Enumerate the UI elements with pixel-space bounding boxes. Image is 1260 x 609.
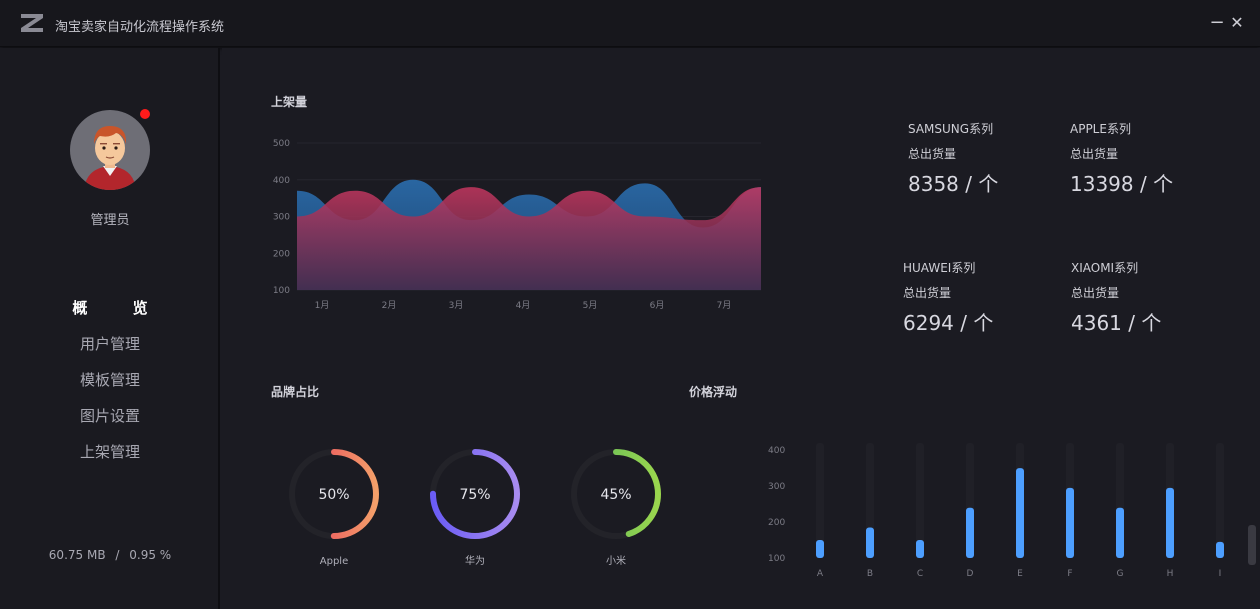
stat-value: 13398 / 个 [1070,172,1174,196]
bar-A [816,540,824,558]
y-tick-label: 500 [273,139,290,149]
bar-F [1066,487,1074,558]
memory-usage: 60.75 MB [48,548,106,562]
x-tick-label: 2月 [382,300,397,311]
y-tick-label: 400 [273,176,290,186]
y-tick-label: 200 [768,518,785,528]
nav-item-overview[interactable]: 概 览 [0,290,220,326]
avatar[interactable] [70,110,150,190]
x-tick-label: F [1067,569,1072,579]
x-tick-label: 6月 [650,300,665,311]
scrollbar[interactable] [1248,525,1256,565]
bar-C [916,540,924,558]
bar-B [866,527,874,558]
notification-dot [140,109,150,119]
stat-sub: 总出货量 [1070,147,1119,161]
ring-brand-label: 华为 [465,554,485,567]
dashboard-main: 上架量 100 200 300 400 500 1月 2月 3月 4月 5月 6月 7月 SAMSUN… [222,48,1260,609]
sidebar-nav: 概 览 用户管理 模板管理 图片设置 上架管理 [0,290,220,470]
y-tick-label: 400 [768,446,785,456]
ring-percent-label: 75% [459,487,490,503]
x-tick-label: B [867,569,873,579]
stat-name: XIAOMI系列 [1071,261,1139,275]
y-tick-label: 200 [273,249,290,259]
app-title: 淘宝卖家自动化流程操作系统 [55,20,225,35]
stat-name: HUAWEI系列 [903,261,976,275]
close-button[interactable]: ✕ [1227,12,1247,34]
resource-usage: 60.75 MB / 0.95 % [0,548,220,562]
nav-item-listing[interactable]: 上架管理 [0,434,220,470]
stat-apple: APPLE系列 总出货量 13398 / 个 [1070,120,1220,197]
ring-brand-label: Apple [320,556,348,567]
stat-samsung: SAMSUNG系列 总出货量 8358 / 个 [908,120,1058,197]
stat-sub: 总出货量 [903,286,952,300]
ring-percent-label: 45% [600,487,631,503]
y-tick-label: 300 [768,482,785,492]
x-tick-label: G [1117,569,1124,579]
brand-share-title: 品牌占比 [271,385,320,399]
bar-I [1216,541,1224,558]
stat-name: SAMSUNG系列 [908,122,994,136]
x-tick-label: E [1017,569,1023,579]
sidebar: 管理员 概 览 用户管理 模板管理 图片设置 上架管理 60.75 MB / 0… [0,48,220,609]
stat-name: APPLE系列 [1070,122,1131,136]
stat-huawei: HUAWEI系列 总出货量 6294 / 个 [903,259,1053,336]
stat-value: 6294 / 个 [903,311,994,335]
x-tick-label: C [917,569,923,579]
usage-separator: / [115,548,120,562]
y-tick-label: 100 [768,554,785,564]
nav-item-templates[interactable]: 模板管理 [0,362,220,398]
user-name: 管理员 [90,213,130,228]
bar-track [1216,443,1224,558]
x-tick-label: D [967,569,974,579]
x-tick-label: I [1219,569,1222,579]
listing-area-chart: 100 200 300 400 500 1月 2月 3月 4月 5月 6月 7月 [273,139,761,311]
x-tick-label: 7月 [717,300,732,311]
stat-sub: 总出货量 [908,147,957,161]
nav-item-users[interactable]: 用户管理 [0,326,220,362]
price-chart-title: 价格浮动 [689,385,738,399]
bar-E [1016,468,1024,558]
app-logo-icon [21,14,43,32]
app-window: 淘宝卖家自动化流程操作系统 − ✕ 管理员 概 览 用户管理 模板管理 图片设置… [0,0,1260,609]
stat-xiaomi: XIAOMI系列 总出货量 4361 / 个 [1071,259,1221,336]
x-tick-label: A [817,569,824,579]
x-tick-label: 5月 [583,300,598,311]
bar-G [1116,507,1124,558]
ring-brand-label: 小米 [606,554,626,567]
cpu-usage: 0.95 % [129,548,172,562]
y-tick-label: 300 [273,213,290,223]
bar-D [966,507,974,558]
y-tick-label: 100 [273,286,290,296]
x-tick-label: H [1167,569,1174,579]
minimize-button[interactable]: − [1207,12,1227,34]
x-tick-label: 4月 [516,300,531,311]
ring-percent-label: 50% [318,487,349,503]
title-bar: 淘宝卖家自动化流程操作系统 − ✕ [0,0,1260,47]
x-tick-label: 3月 [449,300,464,311]
stat-sub: 总出货量 [1071,286,1120,300]
nav-item-images[interactable]: 图片设置 [0,398,220,434]
listing-chart-title: 上架量 [271,95,308,109]
stat-value: 4361 / 个 [1071,311,1162,335]
user-avatar-icon [84,126,136,190]
bar-H [1166,487,1174,558]
brand-share-chart: 50% Apple 75% 华为 45% 小米 [289,449,661,567]
x-tick-label: 1月 [315,300,330,311]
price-bar-chart: 100 200 300 400 A B C D E F G H I [768,443,1224,579]
stat-value: 8358 / 个 [908,172,999,196]
